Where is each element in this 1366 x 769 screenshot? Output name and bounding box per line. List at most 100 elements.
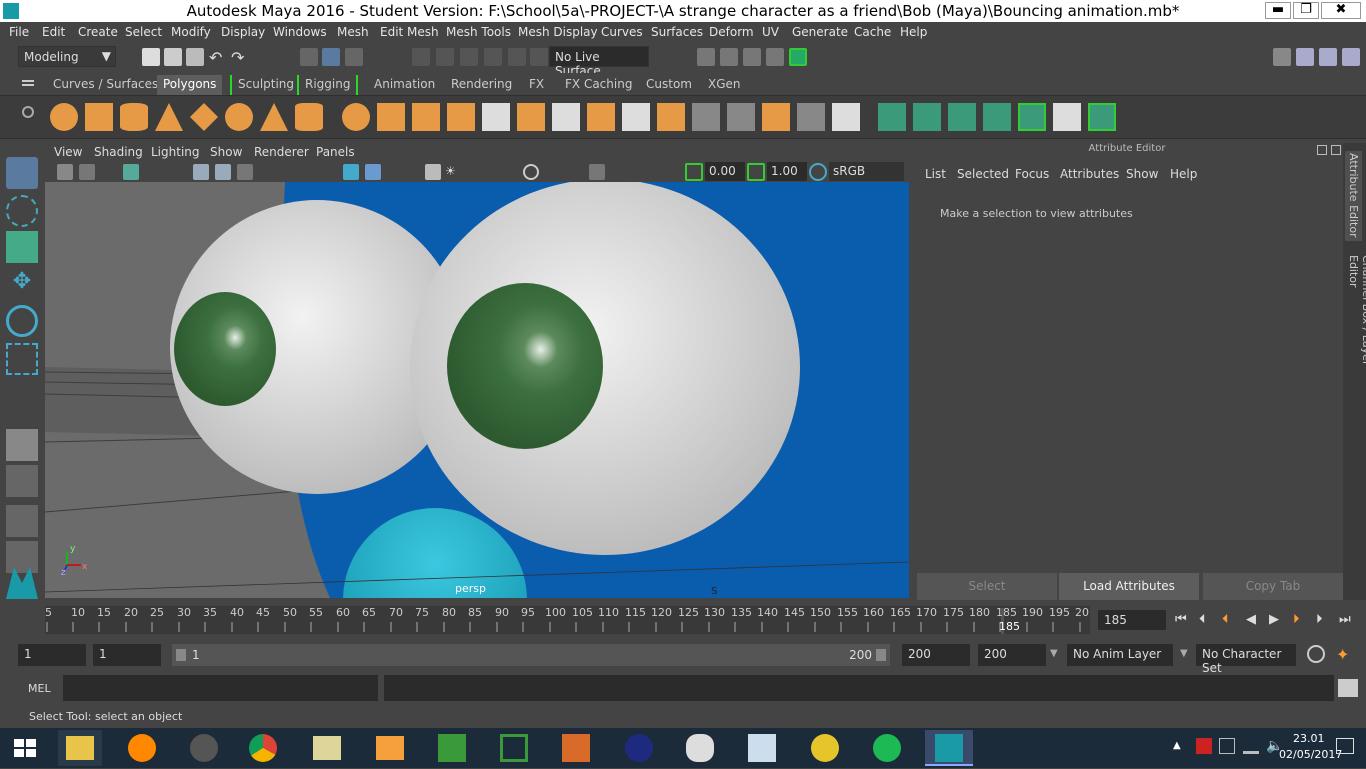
time-slider-track[interactable]: 5 10 15 20 25 30 35 40 45 50 55 60 65 70…: [45, 606, 1090, 634]
menu-uv[interactable]: UV: [762, 25, 779, 39]
viewport-menu-lighting[interactable]: Lighting: [151, 145, 200, 159]
bool-union-icon[interactable]: [482, 103, 510, 131]
bevel-icon[interactable]: [587, 103, 615, 131]
sew-uv-icon[interactable]: [948, 103, 976, 131]
isolate-select-icon[interactable]: [589, 164, 605, 180]
layout-uv-icon[interactable]: [1018, 103, 1046, 131]
channel-box-toggle-icon[interactable]: [1342, 48, 1360, 66]
attr-menu-show[interactable]: Show: [1126, 167, 1158, 181]
extrude-icon[interactable]: [517, 103, 545, 131]
chevron-down-icon[interactable]: ▼: [1180, 648, 1188, 659]
ipr-render-icon[interactable]: [743, 48, 761, 66]
tab-xgen[interactable]: XGen: [702, 75, 747, 95]
network-icon[interactable]: [1243, 738, 1259, 754]
select-hierarchy-icon[interactable]: [300, 48, 318, 66]
menu-windows[interactable]: Windows: [273, 25, 327, 39]
notes-taskbar-icon[interactable]: [305, 730, 349, 766]
viewport-menu-renderer[interactable]: Renderer: [254, 145, 309, 159]
uv-editor-icon[interactable]: [878, 103, 906, 131]
notifications-icon[interactable]: [1336, 738, 1354, 754]
shelf-settings-icon[interactable]: [22, 106, 34, 118]
menu-curves[interactable]: Curves: [601, 25, 643, 39]
next-key-icon[interactable]: ⏵: [1293, 612, 1300, 627]
start-button[interactable]: [0, 730, 50, 766]
four-view-layout-icon[interactable]: [6, 465, 38, 497]
snap-vertex-icon[interactable]: [530, 48, 548, 66]
tray-app-icon[interactable]: [1196, 738, 1212, 754]
go-to-end-icon[interactable]: ⏭: [1339, 612, 1351, 627]
shaded-wire-icon[interactable]: [365, 164, 381, 180]
tray-expand-icon[interactable]: ▲: [1173, 740, 1181, 751]
tab-custom[interactable]: Custom: [640, 75, 698, 95]
menu-modify[interactable]: Modify: [171, 25, 211, 39]
shaded-icon[interactable]: [343, 164, 359, 180]
xray-icon[interactable]: [425, 164, 441, 180]
tab-fx[interactable]: FX: [523, 75, 550, 95]
range-slider[interactable]: 1 200: [172, 644, 890, 666]
smooth-icon[interactable]: [447, 103, 475, 131]
menu-display[interactable]: Display: [221, 25, 265, 39]
gamma-field[interactable]: 1.00: [767, 162, 807, 181]
tab-fx-caching[interactable]: FX Caching: [559, 75, 638, 95]
disc-taskbar-icon[interactable]: [803, 730, 847, 766]
outliner-layout-icon[interactable]: [6, 505, 38, 537]
spotify-taskbar-icon[interactable]: [865, 730, 909, 766]
combine-icon[interactable]: [342, 103, 370, 131]
menu-create[interactable]: Create: [78, 25, 118, 39]
camera-icon[interactable]: [57, 164, 73, 180]
snap-view-icon[interactable]: [484, 48, 502, 66]
snap-point-icon[interactable]: [460, 48, 478, 66]
tab-channel-box[interactable]: Channel Box / Layer Editor: [1347, 255, 1366, 395]
clock-date[interactable]: 02/05/2017: [1279, 748, 1342, 761]
render-settings-icon[interactable]: [766, 48, 784, 66]
animation-start-field[interactable]: 1: [18, 644, 86, 666]
auto-key-icon[interactable]: [1307, 645, 1325, 663]
offset-edge-icon[interactable]: [762, 103, 790, 131]
camtasia-taskbar-icon[interactable]: [430, 730, 474, 766]
prev-key-icon[interactable]: ⏴: [1222, 612, 1229, 627]
select-object-icon[interactable]: [322, 48, 340, 66]
menu-cache[interactable]: Cache: [854, 25, 891, 39]
automatic-mapping-icon[interactable]: [832, 103, 860, 131]
color-management-icon[interactable]: [809, 163, 827, 181]
attribute-editor-toggle-icon[interactable]: [1319, 48, 1337, 66]
open-scene-icon[interactable]: [164, 48, 182, 66]
tray-device-icon[interactable]: [1219, 738, 1235, 754]
paint-taskbar-icon[interactable]: [678, 730, 722, 766]
mel-label[interactable]: MEL: [28, 682, 51, 695]
select-tool-icon[interactable]: [6, 157, 38, 189]
minimize-button[interactable]: ▬: [1265, 2, 1291, 19]
camera-lock-icon[interactable]: [79, 164, 95, 180]
undo-icon[interactable]: ↶: [209, 48, 227, 67]
poly-pyramid-icon[interactable]: [260, 103, 288, 131]
viewport-menu-show[interactable]: Show: [210, 145, 242, 159]
range-end-handle[interactable]: [876, 649, 886, 661]
chevron-down-icon[interactable]: ▼: [1050, 648, 1058, 659]
go-to-start-icon[interactable]: ⏮: [1175, 612, 1187, 627]
paint-select-tool-icon[interactable]: [6, 231, 38, 263]
app-taskbar-icon-3[interactable]: [554, 730, 598, 766]
snap-curve-icon[interactable]: [436, 48, 454, 66]
close-panel-icon[interactable]: [1331, 145, 1341, 155]
current-frame-field[interactable]: 185: [1098, 610, 1166, 630]
attr-menu-selected[interactable]: Selected: [957, 167, 1009, 181]
playback-start-field[interactable]: 1: [93, 644, 161, 666]
step-back-icon[interactable]: ⏴: [1199, 612, 1206, 627]
poly-pipe-icon[interactable]: [295, 103, 323, 131]
menu-edit-mesh[interactable]: Edit Mesh: [380, 25, 439, 39]
menu-select[interactable]: Select: [125, 25, 162, 39]
app-taskbar-icon-1[interactable]: [120, 730, 164, 766]
single-perspective-layout-icon[interactable]: [6, 429, 38, 461]
poly-cube-icon[interactable]: [85, 103, 113, 131]
redo-icon[interactable]: ↷: [231, 48, 249, 67]
viewport-menu-shading[interactable]: Shading: [94, 145, 143, 159]
bridge-icon[interactable]: [552, 103, 580, 131]
clock-time[interactable]: 23.01: [1293, 732, 1325, 745]
menu-generate[interactable]: Generate: [792, 25, 848, 39]
menu-edit[interactable]: Edit: [42, 25, 65, 39]
perspective-viewport[interactable]: y x z persp S: [45, 182, 909, 598]
tab-polygons[interactable]: Polygons: [157, 75, 223, 95]
textured-icon[interactable]: [237, 164, 253, 180]
planar-mapping-icon[interactable]: [797, 103, 825, 131]
lasso-tool-icon[interactable]: [6, 195, 38, 227]
